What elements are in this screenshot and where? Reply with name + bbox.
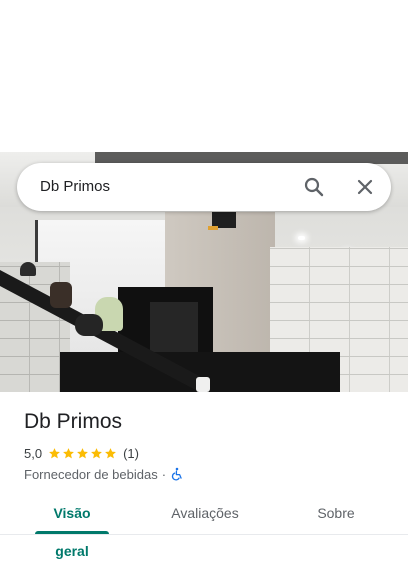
place-title: Db Primos [24,410,123,433]
rating-value: 5,0 [24,445,43,461]
star-icon [77,447,88,458]
place-tabs: Visão geral Avaliações Sobre [0,494,408,559]
wheelchair-accessible-icon [170,467,184,481]
place-category: Fornecedor de bebidas [24,466,158,482]
tabs-divider [0,534,408,535]
tab-reviews[interactable]: Avaliações [165,494,245,534]
search-bar[interactable]: Db Primos [17,163,391,211]
close-icon[interactable] [353,175,377,199]
photo-fixture [208,212,236,230]
tab-about[interactable]: Sobre [312,494,360,534]
star-rating [48,447,118,460]
photo-object [50,282,72,308]
star-icon [91,447,102,458]
photo-object [20,262,36,276]
star-icon [105,447,116,458]
photo-object [196,377,210,392]
star-icon [63,447,74,458]
search-icon[interactable] [302,175,326,199]
star-icon [49,447,60,458]
category-row: Fornecedor de bebidas · [24,465,184,483]
rating-row[interactable]: 5,0 (1) [24,444,139,462]
photo-object [75,314,103,336]
review-count[interactable]: (1) [123,446,139,461]
tab-overview[interactable]: Visão geral [35,494,109,559]
photo-light [298,236,305,240]
map-empty-area [0,0,408,152]
separator: · [161,466,167,482]
search-input[interactable]: Db Primos [40,163,110,211]
